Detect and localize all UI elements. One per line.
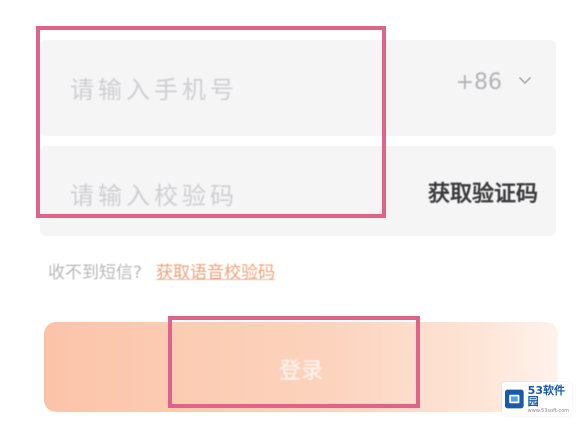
login-button-label: 登录 [278,359,323,384]
phone-row: 请输入手机号 +86 [40,40,556,136]
country-code-selector[interactable]: +86 [456,70,502,95]
get-code-button[interactable]: 获取验证码 [428,176,538,208]
watermark-name: 53软件园 [527,383,565,408]
watermark: 53软件园 www.53soft.com [502,382,572,416]
voice-code-link[interactable]: 获取语音校验码 [156,263,275,283]
chevron-down-icon[interactable] [518,74,532,88]
login-button[interactable]: 登录 [44,322,558,412]
phone-input[interactable]: 请输入手机号 [70,70,238,105]
verification-code-input[interactable]: 请输入校验码 [70,176,238,211]
no-sms-text: 收不到短信? [48,263,143,283]
53soft-logo-icon [505,389,524,409]
watermark-url: www.53soft.com [527,407,569,414]
no-sms-hint: 收不到短信? 获取语音校验码 [48,258,275,283]
code-row: 请输入校验码 获取验证码 [40,146,556,236]
